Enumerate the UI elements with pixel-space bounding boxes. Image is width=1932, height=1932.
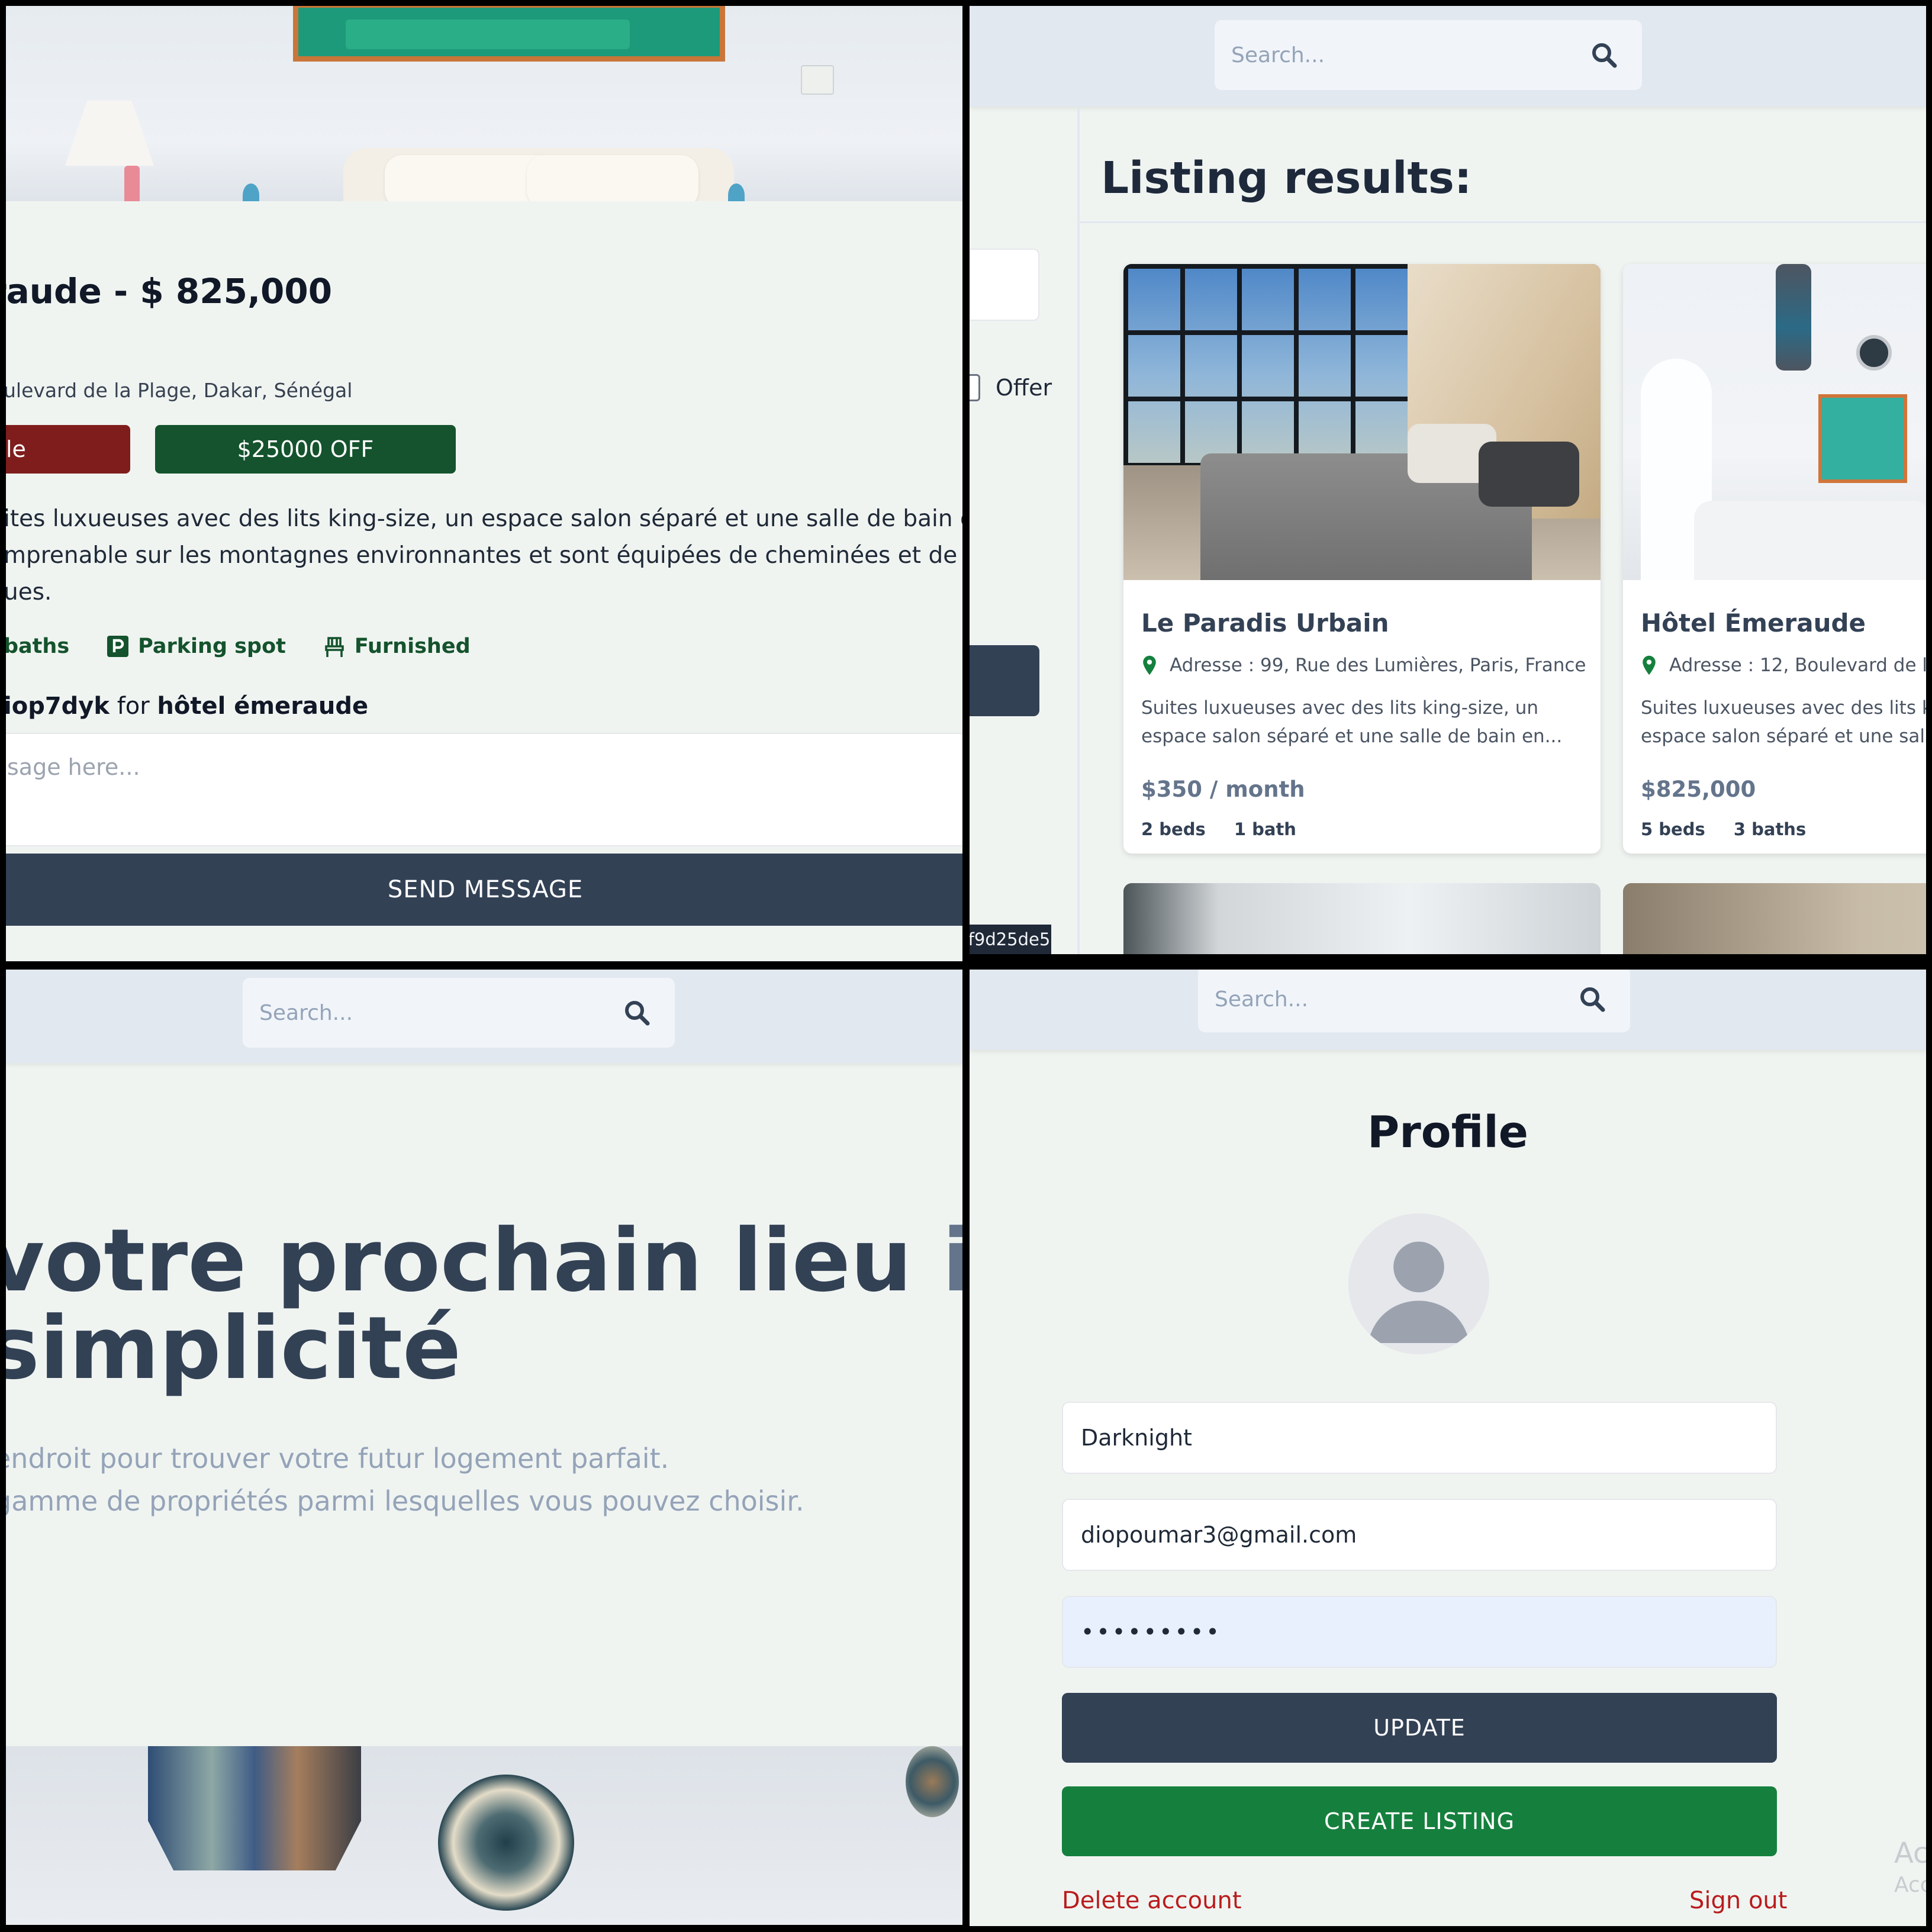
listing-card-rooms: 5 beds 3 baths: [1641, 819, 1828, 839]
delete-account-link[interactable]: Delete account: [1062, 1887, 1242, 1914]
feature-parking: Parking spot: [106, 635, 286, 658]
feature-baths: baths: [6, 635, 69, 658]
message-textarea[interactable]: sage here...: [6, 733, 962, 846]
listing-card-description: Suites luxueuses avec des lits kin espac…: [1641, 697, 1926, 747]
search-icon[interactable]: [1590, 41, 1618, 69]
listing-card-image[interactable]: [1623, 883, 1926, 954]
profile-panel: Search... Profile Darknight diopoumar3@g…: [970, 970, 1926, 1926]
results-heading: Listing results:: [1101, 153, 1472, 204]
feature-furnished-label: Furnished: [354, 635, 471, 658]
listing-card-description: Suites luxueuses avec des lits king-size…: [1141, 697, 1563, 747]
listing-type-badge: le: [6, 425, 130, 474]
offer-checkbox[interactable]: [970, 374, 980, 401]
listing-card[interactable]: Le Paradis Urbain Adresse : 99, Rue des …: [1123, 264, 1601, 854]
feature-parking-label: Parking spot: [138, 635, 286, 658]
listing-card-address: Adresse : 99, Rue des Lumières, Paris, F…: [1141, 655, 1586, 676]
listing-card-baths: 1 bath: [1234, 819, 1296, 839]
send-message-button[interactable]: SEND MESSAGE: [6, 854, 962, 926]
parking-icon: [106, 635, 130, 658]
site-header: Search...: [970, 970, 1926, 1050]
listing-card-title[interactable]: Hôtel Émeraude: [1641, 608, 1866, 637]
search-results-panel: Search... Offer f9d25de5 Listing results…: [970, 6, 1926, 954]
featured-photo: [6, 1746, 962, 1925]
listing-card-beds: 2 beds: [1141, 819, 1206, 839]
listing-address: ulevard de la Plage, Dakar, Sénégal: [6, 379, 353, 402]
search-input[interactable]: Search...: [243, 1001, 623, 1025]
search-bar[interactable]: Search...: [243, 978, 675, 1048]
feature-baths-label: baths: [6, 635, 70, 658]
search-button[interactable]: [970, 645, 1039, 716]
listing-card-title[interactable]: Le Paradis Urbain: [1141, 608, 1389, 637]
sign-out-link[interactable]: Sign out: [1689, 1887, 1787, 1914]
results-divider: [1080, 221, 1926, 223]
hero-heading: votre prochain lieu idéa simplicité: [6, 1210, 962, 1399]
listing-features: baths Parking spot Furnished: [6, 635, 507, 658]
hero-subtitle: endroit pour trouver votre futur logemen…: [6, 1442, 804, 1517]
site-header: Search...: [6, 970, 962, 1063]
discount-badge: $25000 OFF: [155, 425, 456, 474]
listing-card-image[interactable]: [1123, 264, 1601, 580]
listing-card-image[interactable]: [1623, 264, 1926, 580]
listing-card-rooms: 2 beds 1 bath: [1141, 819, 1319, 839]
listing-card[interactable]: Hôtel Émeraude Adresse : 12, Boulevard d…: [1623, 264, 1926, 854]
create-listing-button[interactable]: CREATE LISTING: [1062, 1786, 1777, 1856]
search-bar[interactable]: Search...: [1198, 970, 1630, 1032]
site-header: Search...: [970, 6, 1926, 107]
update-button[interactable]: UPDATE: [1062, 1693, 1777, 1763]
listing-card-baths: 3 baths: [1733, 819, 1807, 839]
listing-title: raude - $ 825,000: [6, 271, 333, 311]
user-avatar-icon[interactable]: [1348, 1213, 1489, 1354]
page-title: Profile: [1367, 1107, 1528, 1158]
username-field[interactable]: Darknight: [1062, 1402, 1777, 1474]
search-input[interactable]: Search...: [1215, 43, 1590, 67]
listing-card-address: Adresse : 12, Boulevard de la: [1641, 655, 1926, 676]
listing-card-price: $825,000: [1641, 777, 1756, 802]
listing-photo: [6, 6, 962, 201]
map-pin-icon: [1641, 655, 1657, 676]
listing-description: ites luxueuses avec des lits king-size, …: [6, 505, 962, 606]
map-pin-icon: [1141, 655, 1158, 676]
offer-filter[interactable]: Offer: [970, 374, 1052, 401]
landlord-username: iop7dyk: [6, 693, 110, 720]
contact-landlord-text: iop7dyk for hôtel émeraude: [6, 693, 368, 720]
listing-card-beds: 5 beds: [1641, 819, 1705, 839]
chair-icon: [323, 635, 346, 658]
feature-furnished: Furnished: [323, 635, 471, 658]
offer-label: Offer: [996, 375, 1052, 401]
search-icon[interactable]: [1578, 985, 1606, 1013]
search-icon[interactable]: [623, 999, 651, 1027]
search-term-input[interactable]: [970, 249, 1039, 321]
search-bar[interactable]: Search...: [1215, 20, 1642, 90]
build-hash-badge: f9d25de5: [970, 925, 1051, 954]
filter-sidebar: Offer: [970, 107, 1080, 954]
listing-detail-panel: raude - $ 825,000 ulevard de la Plage, D…: [6, 6, 962, 961]
listing-card-price: $350 / month: [1141, 777, 1305, 802]
home-panel: Search... votre prochain lieu idéa simpl…: [6, 970, 962, 1925]
email-field[interactable]: diopoumar3@gmail.com: [1062, 1499, 1777, 1571]
contact-listing-name: hôtel émeraude: [157, 693, 369, 720]
password-field[interactable]: •••••••••: [1062, 1596, 1777, 1668]
listing-card-image[interactable]: [1123, 883, 1601, 954]
windows-activation-watermark: Ac Acc: [1894, 1837, 1926, 1897]
search-input[interactable]: Search...: [1198, 987, 1578, 1012]
